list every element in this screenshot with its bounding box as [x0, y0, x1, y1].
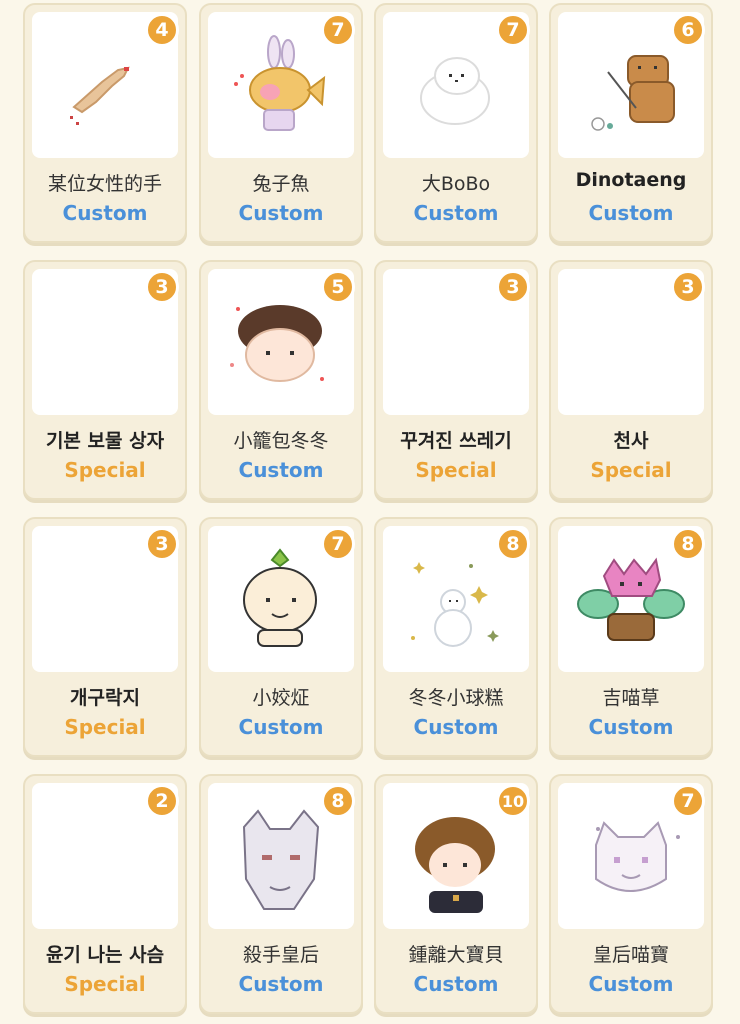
- item-type: Special: [64, 972, 146, 996]
- item-type: Special: [64, 715, 146, 739]
- item-card[interactable]: 3 꾸겨진 쓰레기 Special: [374, 260, 538, 500]
- count-badge: 6: [671, 13, 705, 47]
- item-name: 殺手皇后: [242, 944, 319, 966]
- item-card[interactable]: 10 鍾離大寶貝 Custom: [374, 774, 538, 1014]
- item-type: Custom: [413, 201, 499, 225]
- count-badge: 5: [321, 270, 355, 304]
- item-card[interactable]: 6 Dinotaeng Custom: [549, 3, 713, 243]
- item-name: 기본 보물 상자: [45, 430, 165, 452]
- item-type: Custom: [238, 715, 324, 739]
- item-type: Custom: [238, 972, 324, 996]
- item-type: Special: [415, 458, 497, 482]
- count-badge: 4: [145, 13, 179, 47]
- item-name: 천사: [613, 430, 649, 452]
- item-name: Dinotaeng: [575, 169, 687, 191]
- item-name: 윤기 나는 사슴: [45, 944, 165, 966]
- item-name: 大BoBo: [421, 173, 491, 195]
- item-type: Custom: [238, 458, 324, 482]
- item-name: 冬冬小球糕: [408, 687, 504, 709]
- item-name: 꾸겨진 쓰레기: [400, 430, 512, 452]
- count-badge: 3: [496, 270, 530, 304]
- item-type: Custom: [62, 201, 148, 225]
- item-name: 鍾離大寶貝: [408, 944, 504, 966]
- count-badge: 10: [496, 784, 530, 818]
- item-type: Custom: [413, 715, 499, 739]
- item-card[interactable]: 7 大BoBo Custom: [374, 3, 538, 243]
- count-badge: 3: [671, 270, 705, 304]
- count-badge: 2: [145, 784, 179, 818]
- count-badge: 7: [671, 784, 705, 818]
- item-type: Custom: [588, 715, 674, 739]
- item-name: 兔子魚: [252, 173, 310, 195]
- item-name: 개구락지: [70, 687, 140, 709]
- item-card[interactable]: 3 기본 보물 상자 Special: [23, 260, 187, 500]
- count-badge: 7: [321, 13, 355, 47]
- item-card[interactable]: 3 개구락지 Special: [23, 517, 187, 757]
- item-type: Special: [590, 458, 672, 482]
- count-badge: 3: [145, 527, 179, 561]
- count-badge: 7: [496, 13, 530, 47]
- item-card[interactable]: 8 吉喵草 Custom: [549, 517, 713, 757]
- item-card[interactable]: 7 兔子魚 Custom: [199, 3, 363, 243]
- item-type: Custom: [413, 972, 499, 996]
- item-card[interactable]: 2 윤기 나는 사슴 Special: [23, 774, 187, 1014]
- item-name: 小姣炡: [252, 687, 310, 709]
- count-badge: 3: [145, 270, 179, 304]
- count-badge: 8: [671, 527, 705, 561]
- item-card[interactable]: 7 皇后喵寶 Custom: [549, 774, 713, 1014]
- count-badge: 8: [321, 784, 355, 818]
- item-name: 皇后喵寶: [592, 944, 669, 966]
- item-card[interactable]: 3 천사 Special: [549, 260, 713, 500]
- sticker-grid: 4 某位女性的手 Custom 7 兔子魚 Custom 7 大BoBo Cus…: [0, 0, 740, 1024]
- item-type: Custom: [588, 201, 674, 225]
- item-name: 吉喵草: [602, 687, 660, 709]
- item-type: Custom: [238, 201, 324, 225]
- item-card[interactable]: 7 小姣炡 Custom: [199, 517, 363, 757]
- item-card[interactable]: 8 殺手皇后 Custom: [199, 774, 363, 1014]
- item-card[interactable]: 5 小籠包冬冬 Custom: [199, 260, 363, 500]
- item-name: 某位女性的手: [47, 173, 162, 195]
- item-type: Special: [64, 458, 146, 482]
- count-badge: 8: [496, 527, 530, 561]
- count-badge: 7: [321, 527, 355, 561]
- item-card[interactable]: 4 某位女性的手 Custom: [23, 3, 187, 243]
- item-name: 小籠包冬冬: [233, 430, 329, 452]
- item-type: Custom: [588, 972, 674, 996]
- item-card[interactable]: 8 冬冬小球糕 Custom: [374, 517, 538, 757]
